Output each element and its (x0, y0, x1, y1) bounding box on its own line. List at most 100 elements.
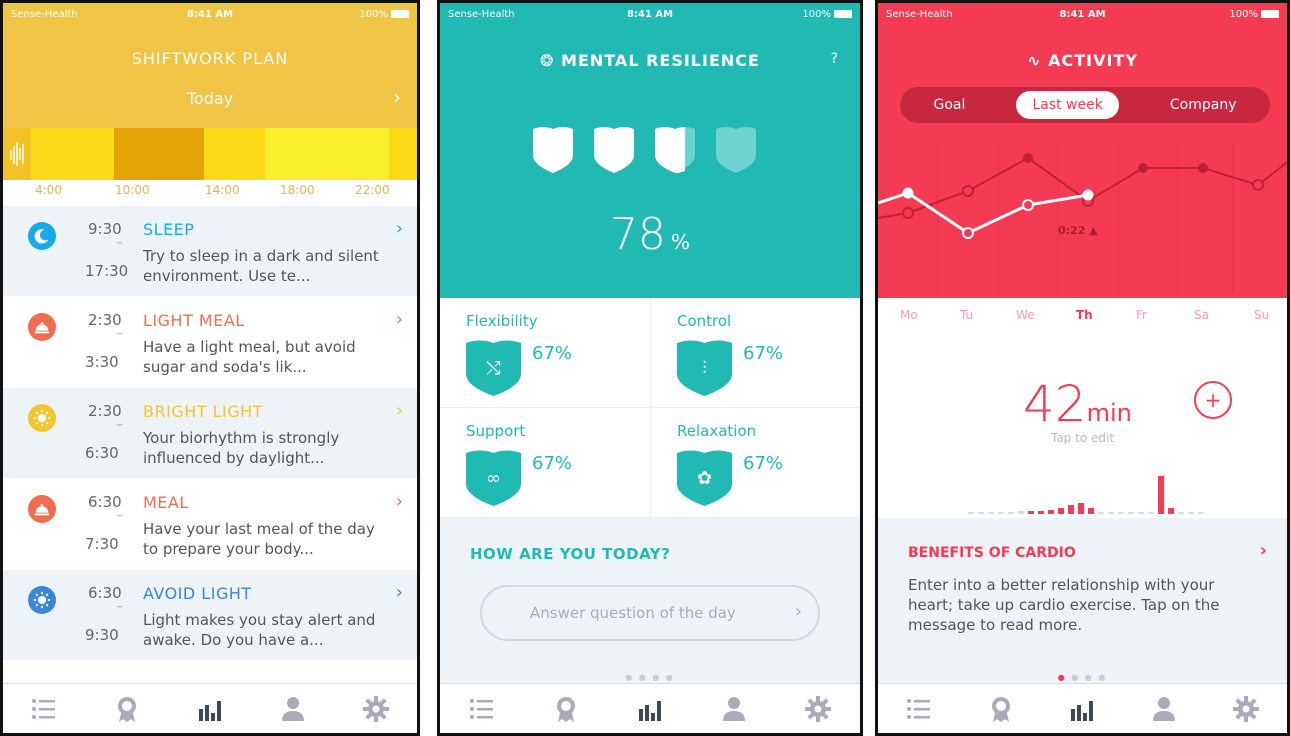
chevron-right-icon: › (395, 218, 403, 239)
shield-icon-full (594, 127, 634, 173)
start-time: 2:30 (88, 402, 122, 420)
award-icon[interactable] (110, 692, 144, 726)
list-item[interactable]: 2:30 ‾ 3:30 LIGHT MEAL Have a light meal… (3, 297, 417, 388)
page-indicator: ● ● ● ● (625, 673, 675, 682)
list-icon[interactable] (27, 692, 61, 726)
help-button[interactable]: ? (831, 51, 838, 67)
next-day-icon[interactable]: › (393, 85, 401, 109)
start-time: 9:30 (88, 220, 122, 238)
schedule-list: 9:30 ‾ 17:30 SLEEP Try to sleep in a dar… (3, 206, 417, 661)
settings-icon[interactable] (359, 692, 393, 726)
list-icon[interactable] (902, 692, 936, 726)
list-item[interactable]: 2:30 ‾ 6:30 BRIGHT LIGHT Your biorhythm … (3, 388, 417, 479)
battery: 100% (802, 9, 852, 20)
flower-icon: ✿ (677, 450, 732, 506)
shield-icon-full (533, 127, 573, 173)
metric-name: Support (466, 422, 526, 440)
item-label: MEAL (143, 493, 189, 512)
metric-value: 67% (532, 343, 573, 364)
shield-meter (533, 125, 756, 173)
settings-icon[interactable] (1229, 692, 1263, 726)
metric-value: 67% (532, 453, 573, 474)
status-bar: Sense-Health 8:41 AM 100% (878, 3, 1287, 25)
profile-icon[interactable] (276, 692, 310, 726)
tab-bar (440, 683, 860, 733)
period-segmented-control: Goal Last week Company (900, 87, 1270, 123)
list-item[interactable]: 6:30 ‾ 9:30 AVOID LIGHT Light makes you … (3, 570, 417, 661)
tab-bar (3, 683, 417, 733)
item-label: SLEEP (143, 220, 195, 239)
item-label: BRIGHT LIGHT (143, 402, 263, 421)
chevron-right-icon: › (395, 491, 403, 512)
pulse-icon: ∿ (1027, 51, 1042, 70)
sun-icon (28, 586, 56, 614)
svg-text:⫶: ⫶ (702, 358, 707, 379)
start-time: 2:30 (88, 311, 122, 329)
tab-goal[interactable]: Goal (918, 91, 982, 119)
item-description: Light makes you stay alert and awake. Do… (143, 611, 376, 649)
profile-icon[interactable] (717, 692, 751, 726)
page-title: ❂ MENTAL RESILIENCE (540, 51, 760, 70)
svg-text:0:22 ▲: 0:22 ▲ (1058, 224, 1098, 237)
series-company (878, 156, 1287, 219)
metric-name: Flexibility (466, 312, 538, 330)
profile-icon[interactable] (1147, 692, 1181, 726)
item-description: Try to sleep in a dark and silent enviro… (143, 247, 379, 285)
sliders-icon: ⫶ (677, 340, 732, 396)
item-description: Your biorhythm is strongly influenced by… (143, 429, 340, 467)
metric-name: Control (677, 312, 732, 330)
stats-icon[interactable] (633, 692, 667, 726)
metric-flexibility[interactable]: Flexibility ⤭ 67% (440, 298, 650, 408)
question-section: HOW ARE YOU TODAY? Answer question of th… (440, 518, 860, 683)
resilience-percent: 78 % (609, 209, 691, 260)
tab-last-week[interactable]: Last week (1016, 91, 1119, 119)
shield-icon-partial (655, 127, 695, 173)
add-activity-button[interactable]: + (1194, 381, 1232, 419)
shield-icon-empty (716, 127, 756, 173)
timeline-times: 4:00 10:00 14:00 18:00 22:00 (35, 183, 390, 197)
benefit-title: BENEFITS OF CARDIO (908, 545, 1076, 561)
shuffle-icon: ⤭ (466, 340, 521, 396)
start-time: 6:30 (88, 493, 122, 511)
clock: 8:41 AM (1059, 8, 1106, 20)
end-time: 9:30 (85, 626, 119, 644)
status-bar: Sense-Health 8:41 AM 100% (440, 3, 860, 25)
timeline-bar[interactable] (3, 128, 417, 180)
item-description: Have your last meal of the day to prepar… (143, 520, 375, 558)
list-item[interactable]: 9:30 ‾ 17:30 SLEEP Try to sleep in a dar… (3, 206, 417, 297)
activity-screen: Sense-Health 8:41 AM 100% ∿ ACTIVITY Goa… (875, 0, 1290, 736)
list-icon[interactable] (465, 692, 499, 726)
battery: 100% (359, 9, 409, 20)
stats-icon[interactable] (1065, 692, 1099, 726)
cloche-icon (28, 313, 56, 341)
mental-resilience-screen: Sense-Health 8:41 AM 100% ❂ MENTAL RESIL… (437, 0, 863, 736)
award-icon[interactable] (984, 692, 1018, 726)
minutes-value[interactable]: 42min (1023, 375, 1132, 433)
metric-control[interactable]: Control ⫶ 67% (650, 298, 860, 408)
metric-support[interactable]: Support ∞ 67% (440, 408, 650, 518)
question-title: HOW ARE YOU TODAY? (470, 545, 671, 563)
metrics-grid: Flexibility ⤭ 67% Control ⫶ 67% Support … (440, 298, 860, 518)
stats-icon[interactable] (193, 692, 227, 726)
item-description: Have a light meal, but avoid sugar and s… (143, 338, 356, 376)
tab-bar (878, 683, 1287, 733)
list-item[interactable]: 6:30 ‾ 7:30 MEAL Have your last meal of … (3, 479, 417, 570)
answer-question-button[interactable]: Answer question of the day › (480, 585, 820, 641)
chevron-right-icon: › (395, 582, 403, 603)
status-bar: Sense-Health 8:41 AM 100% (3, 3, 417, 25)
moon-icon (28, 222, 56, 250)
page-title: ∿ ACTIVITY (1027, 51, 1138, 70)
metric-relaxation[interactable]: Relaxation ✿ 67% (650, 408, 860, 518)
battery: 100% (1229, 9, 1279, 20)
page-indicator: ● ● ● ● (1057, 673, 1108, 682)
settings-icon[interactable] (801, 692, 835, 726)
tab-company[interactable]: Company (1154, 91, 1253, 119)
svg-text:∞: ∞ (486, 468, 501, 489)
award-icon[interactable] (549, 692, 583, 726)
tap-to-edit-label: Tap to edit (1050, 431, 1115, 445)
start-time: 6:30 (88, 584, 122, 602)
benefit-card[interactable]: BENEFITS OF CARDIO › Enter into a better… (878, 518, 1287, 683)
item-label: LIGHT MEAL (143, 311, 245, 330)
page-title: SHIFTWORK PLAN (131, 49, 289, 68)
metric-value: 67% (743, 453, 784, 474)
